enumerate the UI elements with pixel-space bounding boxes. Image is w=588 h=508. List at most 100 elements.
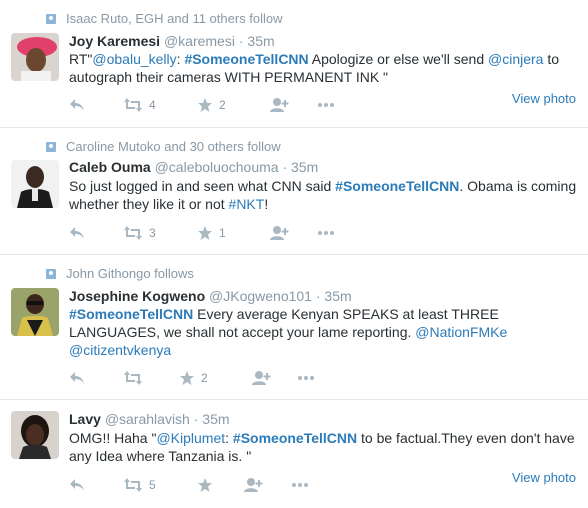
retweet-icon — [124, 371, 142, 385]
follow-button[interactable] — [243, 477, 291, 493]
retweet-count: 4 — [149, 98, 156, 112]
avatar[interactable] — [11, 411, 59, 459]
timestamp[interactable]: 35m — [291, 159, 318, 175]
reply-icon — [70, 227, 84, 239]
author-name[interactable]: Joy Karemesi — [69, 33, 160, 49]
favorite-icon — [198, 226, 212, 240]
separator: · — [193, 411, 199, 427]
tweet-text: OMG!! Haha "@Kiplumet: #SomeoneTellCNN t… — [69, 430, 575, 464]
favorite-icon — [180, 371, 194, 385]
tweet-text: RT"@obalu_kelly: #SomeoneTellCNN Apologi… — [69, 51, 560, 85]
mention-link[interactable]: @obalu_kelly — [92, 51, 176, 67]
timestamp[interactable]: 35m — [324, 288, 351, 304]
retweet-button[interactable] — [123, 371, 179, 385]
retweet-icon — [124, 478, 142, 492]
timestamp[interactable]: 35m — [202, 411, 229, 427]
favorite-count: 2 — [219, 98, 226, 112]
reply-button[interactable] — [69, 478, 123, 492]
avatar[interactable] — [11, 33, 59, 81]
separator: · — [238, 33, 244, 49]
reply-icon — [70, 99, 84, 111]
more-button[interactable] — [317, 230, 335, 236]
mention-link[interactable]: @NationFMKe — [415, 324, 507, 340]
more-icon — [292, 483, 308, 487]
more-button[interactable] — [297, 375, 315, 381]
reply-icon — [70, 372, 84, 384]
follow-context: John Githongo follows — [46, 266, 194, 282]
tweet-header: Joy Karemesi @karemesi · 35m — [69, 32, 275, 50]
author-name[interactable]: Josephine Kogweno — [69, 288, 205, 304]
tweet-text: So just logged in and seen what CNN said… — [69, 178, 577, 212]
tweet-item[interactable]: Isaac Ruto, EGH and 11 others follow Joy… — [0, 0, 588, 128]
favorite-button[interactable] — [197, 477, 243, 493]
author-handle[interactable]: @JKogweno101 — [209, 288, 312, 304]
people-follow-icon — [46, 269, 56, 279]
favorite-icon — [198, 98, 212, 112]
timestamp[interactable]: 35m — [247, 33, 274, 49]
mention-link[interactable]: @citizentvkenya — [69, 342, 171, 358]
more-icon — [318, 103, 334, 107]
follow-context: Caroline Mutoko and 30 others follow — [46, 139, 281, 155]
more-button[interactable] — [317, 102, 335, 108]
follow-button[interactable] — [251, 370, 297, 386]
tweet-header: Josephine Kogweno @JKogweno101 · 35m — [69, 287, 352, 305]
people-follow-icon — [46, 142, 56, 152]
tweet-item[interactable]: Caroline Mutoko and 30 others follow Cal… — [0, 128, 588, 255]
more-icon — [318, 231, 334, 235]
tweet-actions: 2 — [69, 369, 315, 387]
hashtag-link[interactable]: #SomeoneTellCNN — [69, 306, 193, 322]
retweet-count: 3 — [149, 226, 156, 240]
retweet-count: 5 — [149, 478, 156, 492]
favorite-icon — [198, 478, 212, 492]
follow-icon — [244, 478, 263, 492]
hashtag-link[interactable]: #NKT — [229, 196, 265, 212]
retweet-button[interactable]: 3 — [123, 226, 197, 240]
author-handle[interactable]: @karemesi — [164, 33, 235, 49]
people-follow-icon — [46, 14, 56, 24]
author-name[interactable]: Caleb Ouma — [69, 159, 151, 175]
favorite-button[interactable]: 1 — [197, 225, 269, 241]
tweet-actions: 4 2 — [69, 96, 335, 114]
tweet-item[interactable]: Lavy @sarahlavish · 35m OMG!! Haha "@Kip… — [0, 400, 588, 508]
reply-icon — [70, 479, 84, 491]
favorite-count: 2 — [201, 371, 208, 385]
retweet-button[interactable]: 4 — [123, 98, 197, 112]
follow-icon — [270, 98, 289, 112]
reply-button[interactable] — [69, 98, 123, 112]
hashtag-link[interactable]: #SomeoneTellCNN — [335, 178, 459, 194]
reply-button[interactable] — [69, 371, 123, 385]
author-handle[interactable]: @sarahlavish — [105, 411, 190, 427]
avatar[interactable] — [11, 160, 59, 208]
mention-link[interactable]: @cinjera — [488, 51, 543, 67]
retweet-button[interactable]: 5 — [123, 478, 197, 492]
follow-button[interactable] — [269, 97, 317, 113]
view-photo-link[interactable]: View photo — [512, 470, 576, 485]
favorite-button[interactable]: 2 — [197, 97, 269, 113]
reply-button[interactable] — [69, 226, 123, 240]
follow-icon — [270, 226, 289, 240]
separator: · — [282, 159, 288, 175]
tweet-actions: 3 1 — [69, 224, 335, 242]
tweet-header: Caleb Ouma @caleboluochouma · 35m — [69, 158, 318, 176]
tweet-item[interactable]: John Githongo follows Josephine Kogweno … — [0, 255, 588, 400]
follow-context: Isaac Ruto, EGH and 11 others follow — [46, 11, 283, 27]
tweet-header: Lavy @sarahlavish · 35m — [69, 410, 230, 428]
view-photo-link[interactable]: View photo — [512, 91, 576, 106]
author-name[interactable]: Lavy — [69, 411, 101, 427]
retweet-icon — [124, 98, 142, 112]
hashtag-link[interactable]: #SomeoneTellCNN — [184, 51, 308, 67]
hashtag-link[interactable]: #SomeoneTellCNN — [233, 430, 357, 446]
follow-button[interactable] — [269, 225, 317, 241]
avatar[interactable] — [11, 288, 59, 336]
tweet-text: #SomeoneTellCNN Every average Kenyan SPE… — [69, 306, 508, 358]
mention-link[interactable]: @Kiplumet — [156, 430, 225, 446]
tweet-actions: 5 — [69, 476, 309, 494]
separator: · — [315, 288, 321, 304]
more-button[interactable] — [291, 482, 309, 488]
favorite-count: 1 — [219, 226, 226, 240]
retweet-icon — [124, 226, 142, 240]
more-icon — [298, 376, 314, 380]
follow-icon — [252, 371, 271, 385]
favorite-button[interactable]: 2 — [179, 370, 251, 386]
author-handle[interactable]: @caleboluochouma — [155, 159, 279, 175]
